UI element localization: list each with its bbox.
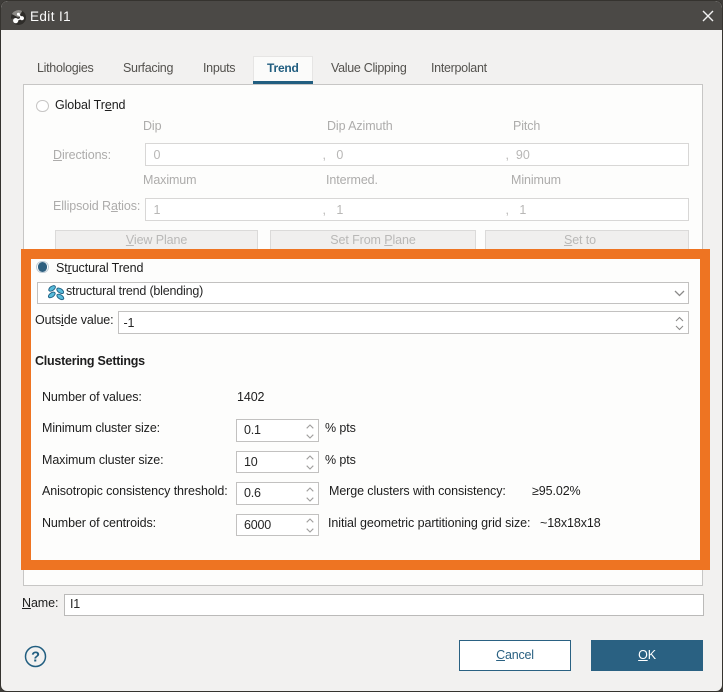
svg-text:?: ? [31, 650, 40, 666]
